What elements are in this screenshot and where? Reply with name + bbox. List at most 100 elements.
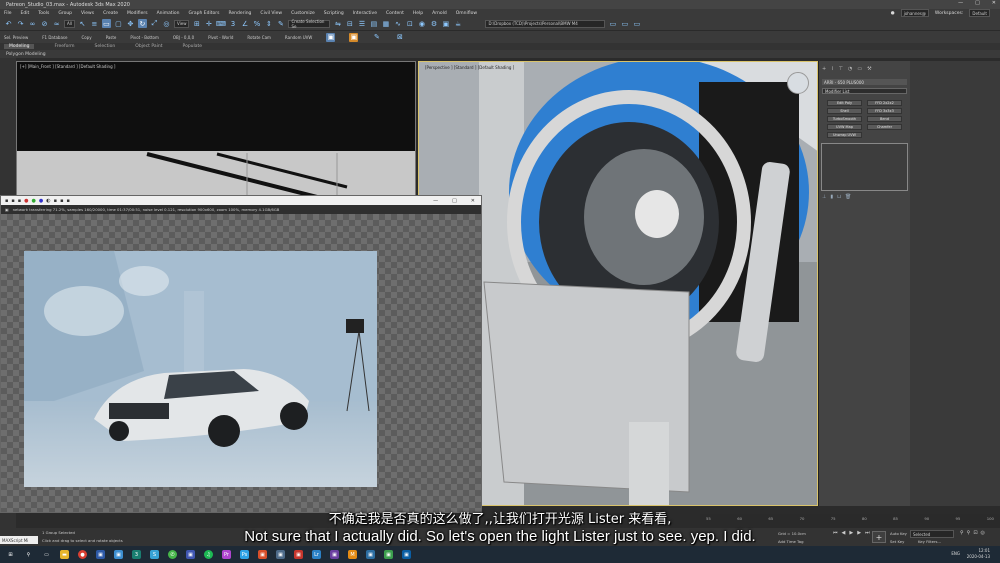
ribbon-obj-origin[interactable]: OBJ - 0,0,0 — [173, 35, 194, 40]
rotate-icon[interactable]: ↻ — [137, 19, 147, 28]
spotify-icon[interactable]: ♫ — [204, 550, 213, 559]
minimize-icon[interactable]: — — [958, 0, 963, 6]
spinner-snap-icon[interactable]: ⇕ — [264, 19, 273, 28]
menu-item-rendering[interactable]: Rendering — [228, 11, 251, 16]
menu-item-help[interactable]: Help — [413, 11, 423, 16]
render-production-icon[interactable]: ☕ — [453, 19, 462, 28]
menu-item-arnold[interactable]: Arnold — [432, 11, 447, 16]
scale-icon[interactable]: ⤢ — [150, 19, 159, 28]
menu-item-create[interactable]: Create — [103, 11, 118, 16]
menu-item-file[interactable]: File — [4, 11, 12, 16]
named-selection-dropdown[interactable]: Create Selection Se — [288, 19, 331, 29]
placement-icon[interactable]: ◎ — [162, 19, 171, 28]
percent-snap-icon[interactable]: % — [252, 19, 261, 28]
material-editor-icon[interactable]: ◉ — [417, 19, 426, 28]
chrome-icon[interactable]: ● — [78, 550, 87, 559]
whatsapp-icon[interactable]: ✆ — [168, 550, 177, 559]
fb-green-channel-icon[interactable]: ● — [32, 198, 36, 204]
link-icon[interactable]: ∞ — [28, 19, 37, 28]
pivot-center-icon[interactable]: ⊞ — [192, 19, 201, 28]
fb-minimize-icon[interactable]: — — [433, 198, 438, 204]
redo-icon[interactable]: ↷ — [16, 19, 25, 28]
maximize-icon[interactable]: □ — [975, 0, 980, 6]
ribbon-copy[interactable]: Copy — [81, 35, 91, 40]
file-explorer-icon[interactable]: ▬ — [60, 550, 69, 559]
menu-item-tools[interactable]: Tools — [38, 11, 49, 16]
fb-alpha-icon[interactable]: ◐ — [46, 198, 50, 204]
app-icon[interactable]: ▣ — [294, 550, 303, 559]
fb-blue-channel-icon[interactable]: ● — [39, 198, 43, 204]
bind-spacewarp-icon[interactable]: ≈ — [52, 19, 61, 28]
modify-tab-icon[interactable]: ⌇ — [831, 66, 833, 72]
fb-open-icon[interactable]: ▪ — [11, 198, 14, 204]
tool-icon-2[interactable]: ⊠ — [395, 33, 404, 42]
fb-save-icon[interactable]: ▪ — [5, 198, 8, 204]
frame-buffer-canvas[interactable] — [1, 214, 481, 512]
ribbon-pivot-bottom[interactable]: Pivot - Bottom — [130, 35, 158, 40]
align-icon[interactable]: ⊟ — [345, 19, 354, 28]
menu-item-interactive[interactable]: Interactive — [353, 11, 377, 16]
perspective-viewport-label[interactable]: [Perspective ] [Standard ] [Default Shad… — [425, 65, 514, 70]
app-icon[interactable]: ▣ — [276, 550, 285, 559]
task-view-icon[interactable]: ▭ — [42, 550, 51, 559]
edit-named-selection-icon[interactable]: ✎ — [276, 19, 285, 28]
modifier-button[interactable]: Chamfer — [867, 124, 902, 130]
modifier-list-dropdown[interactable]: Modifier List — [822, 88, 907, 94]
modifier-button[interactable]: Unwrap UVW — [827, 132, 862, 138]
modifier-button[interactable]: Bend — [867, 116, 902, 122]
angle-snap-icon[interactable]: ∠ — [240, 19, 249, 28]
select-by-name-icon[interactable]: ≡ — [90, 19, 99, 28]
tab-modeling[interactable]: Modeling — [4, 44, 35, 49]
fb-maximize-icon[interactable]: □ — [452, 198, 457, 204]
ribbon-pivot-world[interactable]: Pivot - World — [208, 35, 233, 40]
remove-modifier-icon[interactable]: 🗑 — [845, 194, 851, 200]
select-object-icon[interactable]: ↖ — [78, 19, 87, 28]
select-manipulate-icon[interactable]: ✛ — [204, 19, 213, 28]
tab-selection[interactable]: Selection — [95, 44, 116, 49]
fb-tool-icon[interactable]: ▪ — [54, 198, 57, 204]
tool-icon[interactable]: ✎ — [372, 33, 381, 42]
project-folder-icon[interactable]: ▭ — [608, 19, 617, 28]
unlink-icon[interactable]: ⊘ — [40, 19, 49, 28]
menu-item-content[interactable]: Content — [386, 11, 404, 16]
front-viewport[interactable]: [+] [Main_Front ] [Standard ] [Default S… — [16, 61, 416, 197]
window-crossing-icon[interactable]: ▢ — [114, 19, 123, 28]
system-clock[interactable]: 12:01 2020-04-13 — [967, 548, 990, 560]
app-icon[interactable]: ▣ — [114, 550, 123, 559]
hierarchy-tab-icon[interactable]: ⊤ — [839, 66, 843, 72]
fb-close-icon[interactable]: ✕ — [471, 198, 475, 204]
utilities-tab-icon[interactable]: ⚒ — [867, 66, 871, 72]
schematic-view-icon[interactable]: ⊡ — [405, 19, 414, 28]
app-icon[interactable]: ▣ — [186, 550, 195, 559]
menu-item-scripting[interactable]: Scripting — [324, 11, 344, 16]
snaps-toggle-icon[interactable]: 3 — [228, 19, 237, 28]
windows-start-icon[interactable]: ⊞ — [6, 550, 15, 559]
workspace-dropdown[interactable]: Default — [969, 9, 990, 17]
modifier-button[interactable]: Shell — [827, 108, 862, 114]
menu-item-edit[interactable]: Edit — [21, 11, 30, 16]
object-name-field[interactable]: ARRI - 650 PLUS000 — [822, 79, 907, 85]
undo-icon[interactable]: ↶ — [4, 19, 13, 28]
show-end-result-icon[interactable]: ▮ — [830, 194, 833, 200]
menu-item-group[interactable]: Group — [58, 11, 72, 16]
tab-populate[interactable]: Populate — [183, 44, 203, 49]
menu-item-omniflow[interactable]: Omniflow — [456, 11, 477, 16]
project-path-field[interactable]: D:\Dropbox (TCD)\Projects\Personal\BMW M… — [485, 19, 606, 28]
fb-copy-icon[interactable]: ▪ — [18, 198, 21, 204]
display-tab-icon[interactable]: ▭ — [857, 66, 862, 72]
fb-tool-icon[interactable]: ▪ — [66, 198, 69, 204]
menu-item-customize[interactable]: Customize — [291, 11, 315, 16]
make-unique-icon[interactable]: ⊔ — [837, 194, 841, 200]
reference-coordinate-dropdown[interactable]: View — [173, 19, 190, 28]
motion-tab-icon[interactable]: ◔ — [848, 66, 852, 72]
toggle-layer-explorer-icon[interactable]: ▤ — [369, 19, 378, 28]
menu-item-graph-editors[interactable]: Graph Editors — [189, 11, 220, 16]
modifier-button[interactable]: TurboSmooth — [827, 116, 862, 122]
modifier-button[interactable]: Edit Poly — [827, 100, 862, 106]
close-icon[interactable]: ✕ — [992, 0, 996, 6]
app-icon[interactable]: ▣ — [96, 550, 105, 559]
toggle-scene-explorer-icon[interactable]: ☰ — [357, 19, 366, 28]
ribbon-paste[interactable]: Paste — [106, 35, 117, 40]
ribbon-random-uvw[interactable]: Random UVW — [285, 35, 312, 40]
modifier-button[interactable]: UVW Map — [827, 124, 862, 130]
